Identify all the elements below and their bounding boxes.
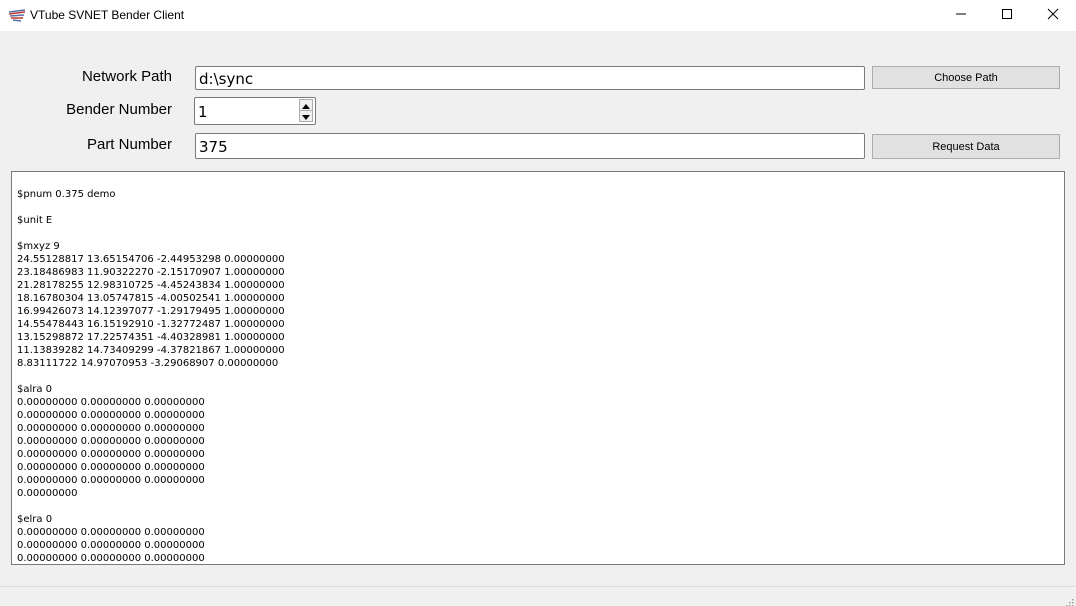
title-bar[interactable]: VTube SVNET Bender Client: [0, 0, 1076, 31]
network-path-input[interactable]: d:\sync: [195, 66, 865, 90]
close-icon: [1047, 7, 1059, 25]
minimize-icon: [955, 7, 967, 25]
choose-path-button[interactable]: Choose Path: [872, 66, 1060, 89]
part-number-label: Part Number: [86, 136, 172, 153]
spin-down-icon: [302, 107, 310, 125]
window-title: VTube SVNET Bender Client: [30, 8, 185, 22]
status-bar: [0, 586, 1076, 606]
bender-number-label: Bender Number: [66, 101, 172, 118]
close-button[interactable]: [1030, 0, 1076, 31]
request-data-button[interactable]: Request Data: [872, 134, 1060, 159]
maximize-button[interactable]: [984, 0, 1030, 31]
bender-number-spinbox[interactable]: 1: [194, 97, 316, 125]
resize-grip-icon[interactable]: [1064, 594, 1074, 606]
minimize-button[interactable]: [938, 0, 984, 31]
output-text: $pnum 0.375 demo $unit E $mxyz 9 24.5512…: [17, 189, 285, 564]
part-number-input[interactable]: 375: [195, 133, 865, 159]
network-path-label: Network Path: [81, 68, 172, 85]
output-textarea[interactable]: $pnum 0.375 demo $unit E $mxyz 9 24.5512…: [11, 171, 1065, 565]
app-window: VTube SVNET Bender Client Network Path d…: [0, 0, 1076, 606]
app-logo-icon: [8, 9, 26, 22]
maximize-icon: [1001, 7, 1013, 25]
spin-down-button[interactable]: [299, 110, 313, 122]
